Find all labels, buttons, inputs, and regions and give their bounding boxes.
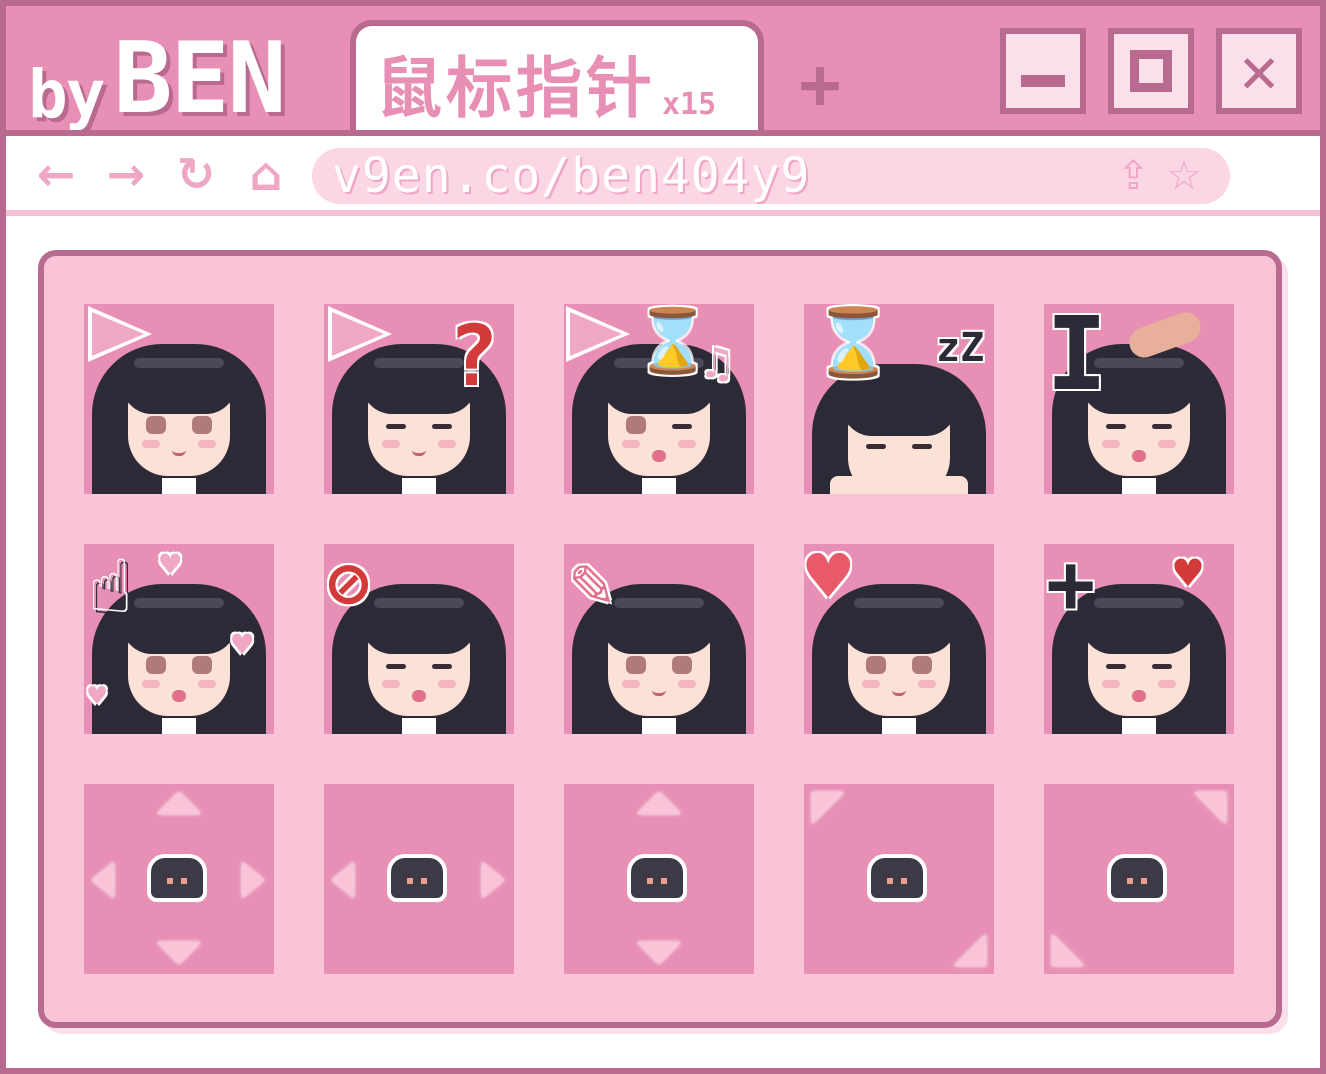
left-arrow-icon [92,862,114,898]
cursor-tile-busy[interactable]: ⌛ zZ [804,304,994,494]
cursor-tile-resize-diagonal-1[interactable] [804,784,994,974]
heart-icon: ♥ [232,625,253,665]
url-text: v9en.co/ben404y9 [332,148,811,204]
arrow-cursor-icon [332,312,384,356]
top-left-arrow-icon [812,792,844,824]
cursor-tile-pen[interactable]: ✎ [564,544,754,734]
cursor-grid-panel: ? ⌛ ♫ ⌛ zZ I ☝ ♥ ♥ ♥ ⊘ ✎ ♥ + ♥ [38,250,1282,1028]
brand-name: BEN [113,22,286,136]
cursor-tile-move[interactable] [84,784,274,974]
cursor-tile-help[interactable]: ? [324,304,514,494]
cursor-tile-text[interactable]: I [1044,304,1234,494]
right-arrow-icon [242,862,264,898]
text-ibeam-icon: I [1046,304,1108,414]
question-mark-icon: ? [448,307,499,405]
maximize-button[interactable] [1108,28,1194,114]
bow-ribbon-icon: ♥ [1174,546,1202,600]
crosshair-icon: + [1046,544,1096,632]
address-bar[interactable]: v9en.co/ben404y9 ⇪ ☆ [312,148,1230,204]
sleep-zz-icon: zZ [936,325,985,371]
down-arrow-icon [637,942,681,964]
navigation-bar: ← → ↻ ⌂ v9en.co/ben404y9 ⇪ ☆ [6,130,1320,216]
blob-creature-icon [867,854,927,902]
brand-by: by [28,56,105,133]
hourglass-icon: ⌛ [812,304,895,381]
new-tab-button[interactable]: + [782,46,858,122]
music-note-icon: ♫ [704,338,731,389]
title-bar: by BEN 鼠标指针 x15 + ✕ [6,6,1320,136]
cursor-tile-working[interactable]: ⌛ ♫ [564,304,754,494]
arrow-cursor-icon [570,312,622,356]
pointing-hand-icon: ☝ [88,544,133,630]
close-icon: ✕ [1239,34,1279,108]
heart-icon: ♥ [160,545,181,585]
heart-icon: ♥ [88,679,107,714]
heart-icon: ♥ [806,544,851,620]
cursor-tile-unavailable[interactable]: ⊘ [324,544,514,734]
cursor-tile-crosshair[interactable]: + ♥ [1044,544,1234,734]
forward-arrow-icon[interactable]: → [104,148,148,200]
arrow-cursor-icon [92,312,144,356]
right-arrow-icon [482,862,504,898]
brand-logo: by BEN [28,18,287,136]
up-arrow-icon [637,792,681,814]
minimize-icon [1021,75,1065,87]
up-arrow-icon [157,792,201,814]
bottom-left-arrow-icon [1052,934,1084,966]
left-arrow-icon [332,862,354,898]
tab-title: 鼠标指针 [376,50,656,127]
content-area: ? ⌛ ♫ ⌛ zZ I ☝ ♥ ♥ ♥ ⊘ ✎ ♥ + ♥ [6,216,1320,1068]
blob-creature-icon [1107,854,1167,902]
cursor-tile-heart[interactable]: ♥ [804,544,994,734]
minimize-button[interactable] [1000,28,1086,114]
cursor-tile-arrow[interactable] [84,304,274,494]
tab-cursors[interactable]: 鼠标指针 x15 [350,20,764,136]
blob-creature-icon [387,854,447,902]
blob-creature-icon [627,854,687,902]
window-frame: by BEN 鼠标指针 x15 + ✕ ← → ↻ ⌂ v9en.co/ben4… [6,6,1320,1068]
maximize-icon [1130,50,1172,92]
cursor-tile-resize-diagonal-2[interactable] [1044,784,1234,974]
no-entry-icon: ⊘ [328,544,369,623]
blob-creature-icon [147,854,207,902]
down-arrow-icon [157,942,201,964]
pen-icon: ✎ [570,544,614,624]
cursor-tile-hand[interactable]: ☝ ♥ ♥ ♥ [84,544,274,734]
home-icon[interactable]: ⌂ [244,148,288,200]
top-right-arrow-icon [1194,792,1226,824]
cursor-tile-resize-vertical[interactable] [564,784,754,974]
tab-count: x15 [662,87,717,122]
hourglass-icon: ⌛ [634,304,712,377]
cursor-tile-resize-horizontal[interactable] [324,784,514,974]
bottom-right-arrow-icon [954,934,986,966]
bookmark-star-icon[interactable]: ☆ [1166,150,1202,202]
back-arrow-icon[interactable]: ← [34,148,78,200]
app-window: by BEN 鼠标指针 x15 + ✕ ← → ↻ ⌂ v9en.co/ben4… [0,0,1326,1074]
share-icon[interactable]: ⇪ [1117,150,1151,202]
close-button[interactable]: ✕ [1216,28,1302,114]
reload-icon[interactable]: ↻ [174,148,218,200]
